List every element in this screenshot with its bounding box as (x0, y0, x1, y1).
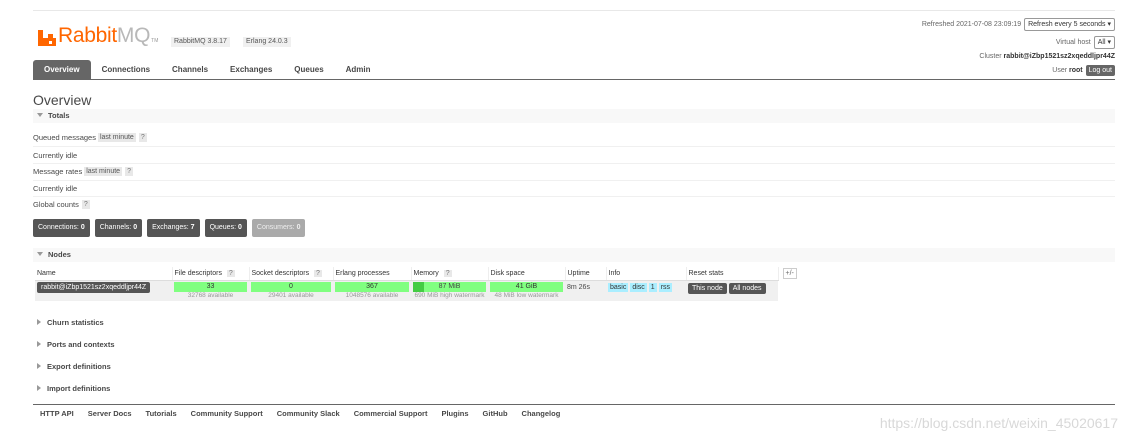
message-rates-range[interactable]: last minute (84, 167, 123, 176)
column-toggle-button[interactable]: +/- (782, 268, 797, 279)
uptime-value: 8m 26s (565, 280, 606, 301)
tab-queues[interactable]: Queues (283, 60, 334, 79)
ports-and-contexts-section[interactable]: Ports and contexts (33, 338, 1115, 352)
global-counts-label: Global counts (33, 200, 79, 209)
collapsed-triangle-icon (37, 319, 41, 325)
help-icon[interactable]: ? (314, 269, 322, 277)
channels-count-button[interactable]: Channels: 0 (94, 219, 143, 237)
column-erlang-processes: Erlang processes (333, 267, 412, 281)
nodes-table-header: Name File descriptors ? Socket descripto… (35, 267, 799, 281)
tabs-underline (33, 79, 1115, 80)
info-tag-count: 1 (648, 282, 657, 292)
queues-count-button[interactable]: Queues: 0 (204, 219, 247, 237)
rabbitmq-logo-icon (38, 30, 56, 46)
file-descriptors-bar: 33 (174, 281, 247, 292)
footer-link-tutorials[interactable]: Tutorials (146, 409, 177, 418)
logo-text: RabbitMQ (58, 24, 151, 47)
table-row: rabbit@iZbp1521sz2xqeddljpr44Z 33 32768 a… (35, 280, 799, 301)
message-rates-row: Message rates last minute ? (33, 165, 1115, 178)
footer-link-community-slack[interactable]: Community Slack (277, 409, 340, 418)
tab-channels[interactable]: Channels (161, 60, 219, 79)
virtual-host-label: Virtual host (1055, 39, 1091, 46)
column-reset-stats: Reset stats (686, 267, 779, 281)
totals-section-header[interactable]: Totals (33, 109, 1115, 123)
expanded-triangle-icon (37, 252, 43, 256)
reset-this-node-button[interactable]: This node (688, 282, 727, 294)
column-info: Info (606, 267, 687, 281)
queued-messages-range[interactable]: last minute (97, 133, 136, 142)
erlang-version-badge: Erlang 24.0.3 (243, 37, 291, 47)
expanded-triangle-icon (37, 113, 43, 117)
reset-all-nodes-button[interactable]: All nodes (728, 282, 766, 294)
column-name: Name (35, 267, 173, 281)
exchanges-count-button[interactable]: Exchanges: 7 (147, 219, 200, 237)
tab-connections[interactable]: Connections (91, 60, 161, 79)
virtual-host-select[interactable]: All (1093, 36, 1115, 49)
node-name-link[interactable]: rabbit@iZbp1521sz2xqeddljpr44Z (37, 281, 151, 293)
footer-link-github[interactable]: GitHub (483, 409, 508, 418)
help-icon[interactable]: ? (81, 200, 90, 209)
user-label: User (1052, 67, 1068, 74)
nodes-table: Name File descriptors ? Socket descripto… (35, 267, 799, 301)
consumers-count-button[interactable]: Consumers: 0 (251, 219, 306, 237)
logout-button[interactable]: Log out (1085, 65, 1115, 76)
help-icon[interactable]: ? (138, 133, 147, 142)
footer-link-plugins[interactable]: Plugins (441, 409, 468, 418)
footer-links: HTTP API Server Docs Tutorials Community… (40, 409, 574, 418)
column-memory: Memory ? (411, 267, 489, 281)
column-uptime: Uptime (565, 267, 607, 281)
cluster-label: Cluster (979, 53, 1002, 60)
page-title: Overview (33, 92, 92, 108)
main-nav-tabs: Overview Connections Channels Exchanges … (33, 60, 382, 79)
tab-admin[interactable]: Admin (335, 60, 382, 79)
tab-exchanges[interactable]: Exchanges (219, 60, 283, 79)
connections-count-button[interactable]: Connections: 0 (33, 219, 90, 237)
global-counts: Connections: 0 Channels: 0 Exchanges: 7 … (33, 219, 310, 237)
tab-overview[interactable]: Overview (33, 60, 91, 79)
help-icon[interactable]: ? (226, 269, 235, 277)
global-counts-row: Global counts ? (33, 198, 1115, 211)
help-icon[interactable]: ? (443, 269, 452, 277)
help-icon[interactable]: ? (125, 167, 133, 176)
top-border (33, 10, 1115, 11)
footer-link-community-support[interactable]: Community Support (191, 409, 263, 418)
column-file-descriptors: File descriptors ? (172, 267, 250, 281)
queued-messages-label: Queued messages (33, 133, 96, 142)
footer-link-server-docs[interactable]: Server Docs (88, 409, 132, 418)
message-rates-status: Currently idle (33, 184, 78, 193)
footer-link-http-api[interactable]: HTTP API (40, 409, 74, 418)
queued-messages-row: Queued messages last minute ? (33, 131, 1115, 144)
memory-bar: 87 MiB (413, 281, 486, 292)
import-definitions-section[interactable]: Import definitions (33, 382, 1115, 396)
user-name: root (1069, 67, 1083, 74)
refreshed-label: Refreshed 2021-07-08 23:09:19 (921, 21, 1022, 28)
export-definitions-section[interactable]: Export definitions (33, 360, 1115, 374)
erlang-processes-bar: 367 (335, 281, 409, 292)
footer-link-changelog[interactable]: Changelog (522, 409, 561, 418)
logo-trademark: TM (151, 38, 159, 44)
message-rates-label: Message rates (33, 167, 83, 176)
footer-divider (33, 404, 1115, 405)
disk-space-bar: 41 GiB (490, 281, 563, 292)
collapsed-triangle-icon (37, 385, 41, 391)
nodes-section-header[interactable]: Nodes (33, 248, 1115, 262)
collapsed-triangle-icon (37, 363, 41, 369)
queued-messages-status: Currently idle (33, 151, 78, 160)
info-tag-basic: basic (608, 282, 629, 292)
column-socket-descriptors: Socket descriptors ? (249, 267, 334, 281)
churn-statistics-section[interactable]: Churn statistics (33, 316, 1115, 330)
info-tag-rss: rss (658, 282, 673, 292)
socket-descriptors-bar: 0 (251, 281, 331, 292)
rabbitmq-version-badge: RabbitMQ 3.8.17 (171, 37, 230, 47)
info-tags: basic disc 1 rss (606, 280, 686, 301)
watermark: https://blog.csdn.net/weixin_45020617 (879, 415, 1118, 431)
collapsed-triangle-icon (37, 341, 41, 347)
cluster-name: rabbit@iZbp1521sz2xqeddljpr44Z (1003, 53, 1115, 60)
rabbitmq-logo[interactable]: RabbitMQ TM (38, 24, 159, 47)
info-tag-disc: disc (630, 282, 647, 292)
column-disk-space: Disk space (488, 267, 566, 281)
footer-link-commercial-support[interactable]: Commercial Support (354, 409, 428, 418)
refresh-interval-select[interactable]: Refresh every 5 seconds (1024, 18, 1115, 31)
